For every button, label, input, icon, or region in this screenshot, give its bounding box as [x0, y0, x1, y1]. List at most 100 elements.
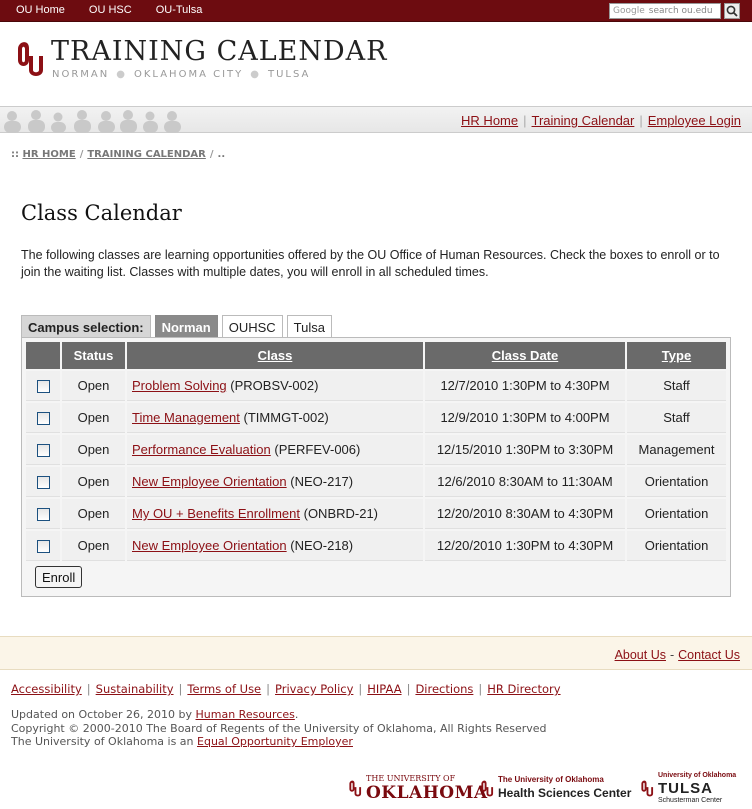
header-checkbox-col: [26, 342, 60, 369]
class-code: (PERFEV-006): [274, 442, 361, 457]
enroll-button[interactable]: Enroll: [35, 566, 83, 588]
ou-hsc-logo[interactable]: The University of Oklahoma Health Scienc…: [480, 772, 631, 804]
search-placeholder: search ou.edu: [648, 6, 713, 16]
row-status: Open: [62, 371, 125, 401]
dot-separator: ●: [116, 69, 127, 80]
breadcrumb-separator: /: [79, 149, 84, 160]
site-subtitle: NORMAN ● OKLAHOMA CITY ● TULSA: [52, 69, 310, 80]
class-link[interactable]: My OU + Benefits Enrollment: [132, 506, 300, 521]
header-class-date-label[interactable]: Class Date: [492, 348, 558, 363]
footer-link-accessibility[interactable]: Accessibility: [11, 682, 82, 696]
row-date: 12/15/2010 1:30PM to 3:30PM: [425, 435, 625, 465]
logo-tulsa-tiny: Schusterman Center: [658, 796, 723, 804]
class-link[interactable]: Performance Evaluation: [132, 442, 271, 457]
footer-separator: |: [86, 682, 91, 696]
row-type: Orientation: [627, 531, 726, 561]
row-checkbox-cell: [26, 499, 60, 529]
top-link-ou-home[interactable]: OU Home: [16, 4, 65, 16]
site-title: TRAINING CALENDAR: [51, 36, 388, 67]
tab-ouhsc[interactable]: OUHSC: [221, 315, 283, 338]
class-code: (PROBSV-002): [230, 378, 319, 393]
class-link[interactable]: Time Management: [132, 410, 240, 425]
about-us-link[interactable]: About Us: [615, 648, 666, 662]
footer-logos: THE UNIVERSITY OF OKLAHOMA The Universit…: [348, 772, 748, 804]
page-title: Class Calendar: [21, 201, 182, 225]
footer-separator: |: [358, 682, 363, 696]
nav-link-training-calendar[interactable]: Training Calendar: [532, 113, 635, 128]
breadcrumb-tail: ..: [217, 149, 226, 160]
header-class[interactable]: Class: [127, 342, 423, 369]
enroll-checkbox[interactable]: [36, 380, 50, 394]
top-link-ou-hsc[interactable]: OU HSC: [89, 4, 132, 16]
tab-tulsa[interactable]: Tulsa: [286, 315, 332, 338]
header-class-date[interactable]: Class Date: [425, 342, 625, 369]
top-link-ou-tulsa[interactable]: OU-Tulsa: [156, 4, 203, 16]
row-checkbox-cell: [26, 435, 60, 465]
copyright-line: Copyright © 2000-2010 The Board of Regen…: [11, 721, 547, 735]
nav-separator: |: [639, 113, 643, 128]
nav-band: HR Home | Training Calendar | Employee Login: [0, 106, 752, 133]
row-status: Open: [62, 403, 125, 433]
campus-selection-label: Campus selection:: [21, 315, 151, 338]
logo-hsc-big: Health Sciences Center: [498, 786, 632, 800]
enroll-checkbox[interactable]: [36, 412, 50, 426]
enroll-checkbox[interactable]: [36, 540, 50, 554]
row-status: Open: [62, 435, 125, 465]
page-intro: The following classes are learning oppor…: [21, 248, 720, 279]
header-class-label[interactable]: Class: [258, 348, 293, 363]
campus-norman: NORMAN: [52, 69, 110, 80]
breadcrumb-training-calendar[interactable]: TRAINING CALENDAR: [87, 149, 206, 160]
search-icon: [726, 5, 738, 17]
row-class: Problem Solving (PROBSV-002): [127, 371, 423, 401]
eoe-link[interactable]: Equal Opportunity Employer: [197, 735, 353, 748]
people-silhouettes-icon: [4, 110, 181, 133]
footer-link-terms[interactable]: Terms of Use: [187, 682, 261, 696]
ou-tulsa-logo[interactable]: University of Oklahoma TULSA Schusterman…: [640, 772, 736, 804]
row-status: Open: [62, 467, 125, 497]
nav-link-hr-home[interactable]: HR Home: [461, 113, 518, 128]
footer-band: About Us - Contact Us: [0, 636, 752, 670]
logo-ou-big: OKLAHOMA: [366, 783, 488, 803]
table-row: Open Problem Solving (PROBSV-002) 12/7/2…: [26, 371, 726, 401]
site-header: TRAINING CALENDAR NORMAN ● OKLAHOMA CITY ● T…: [0, 22, 752, 106]
class-code: (ONBRD-21): [303, 506, 379, 521]
footer-link-privacy[interactable]: Privacy Policy: [275, 682, 353, 696]
tab-norman[interactable]: Norman: [154, 315, 218, 338]
nav-link-employee-login[interactable]: Employee Login: [648, 113, 741, 128]
footer-link-directions[interactable]: Directions: [415, 682, 473, 696]
breadcrumb-hr-home[interactable]: HR HOME: [22, 149, 75, 160]
ou-logo-icon[interactable]: [15, 38, 45, 78]
class-link[interactable]: New Employee Orientation: [132, 538, 287, 553]
class-calendar-panel: Status Class Class Date Type Open Proble…: [21, 337, 731, 597]
class-code: (NEO-218): [290, 538, 354, 553]
search-brand: Google: [613, 6, 645, 16]
footer-link-hr-directory[interactable]: HR Directory: [487, 682, 560, 696]
footer-link-sustainability[interactable]: Sustainability: [96, 682, 174, 696]
footer-separator: |: [266, 682, 271, 696]
header-type-label[interactable]: Type: [662, 348, 691, 363]
table-row: Open Time Management (TIMMGT-002) 12/9/2…: [26, 403, 726, 433]
row-checkbox-cell: [26, 467, 60, 497]
row-type: Orientation: [627, 467, 726, 497]
table-row: Open Performance Evaluation (PERFEV-006)…: [26, 435, 726, 465]
human-resources-link[interactable]: Human Resources: [196, 708, 295, 721]
row-class: Performance Evaluation (PERFEV-006): [127, 435, 423, 465]
breadcrumb: :: HR HOME / TRAINING CALENDAR /..: [11, 149, 225, 160]
header-type[interactable]: Type: [627, 342, 726, 369]
nav-separator: |: [523, 113, 527, 128]
footer-links: Accessibility | Sustainability | Terms of Us…: [11, 682, 561, 696]
enroll-checkbox[interactable]: [36, 508, 50, 522]
ou-norman-logo[interactable]: THE UNIVERSITY OF OKLAHOMA: [348, 772, 488, 804]
row-date: 12/20/2010 1:30PM to 4:30PM: [425, 531, 625, 561]
search-button[interactable]: [724, 3, 740, 19]
footer-link-hipaa[interactable]: HIPAA: [367, 682, 401, 696]
header-nav: HR Home | Training Calendar | Employee Login: [461, 113, 741, 128]
enroll-checkbox[interactable]: [36, 444, 50, 458]
enroll-checkbox[interactable]: [36, 476, 50, 490]
table-header-row: Status Class Class Date Type: [26, 342, 726, 369]
class-code: (NEO-217): [290, 474, 354, 489]
class-link[interactable]: Problem Solving: [132, 378, 227, 393]
search-input[interactable]: Google search ou.edu: [609, 3, 721, 19]
contact-us-link[interactable]: Contact Us: [678, 648, 740, 662]
class-link[interactable]: New Employee Orientation: [132, 474, 287, 489]
